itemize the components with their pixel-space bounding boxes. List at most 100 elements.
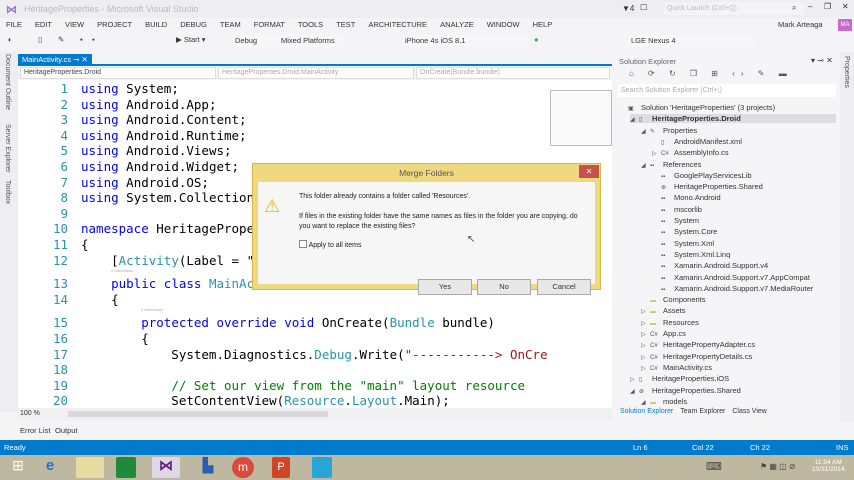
tree-item[interactable]: ▣ Solution 'HeritageProperties' (3 projec… bbox=[619, 103, 775, 112]
tray-icons[interactable]: ⚑ ▦ ◫ ⊘ bbox=[760, 462, 796, 471]
expanded-arrow-icon[interactable]: ◢ bbox=[630, 116, 639, 123]
collapsed-arrow-icon[interactable]: ▷ bbox=[652, 150, 661, 157]
menu-architecture[interactable]: ARCHITECTURE bbox=[368, 18, 427, 32]
save-icon[interactable]: ▪ bbox=[80, 35, 83, 44]
code-line[interactable]: SetContentView(Resource.Layout.Main); bbox=[81, 393, 450, 408]
solution-toolbar[interactable]: ⌂ ⟳ ↻ ❐ ⊞ ‹› ✎ ▬ bbox=[629, 69, 793, 78]
code-line[interactable]: // Set our view from the "main" layout r… bbox=[81, 378, 525, 393]
back-icon[interactable]: ◐ bbox=[8, 35, 13, 44]
platform-dropdown[interactable]: Mixed Platforms bbox=[278, 35, 344, 47]
code-line[interactable]: using System; bbox=[81, 81, 179, 96]
tree-item[interactable]: ◢ ▪▪ References bbox=[641, 160, 701, 169]
yes-button[interactable]: Yes bbox=[418, 279, 472, 295]
class-view-tab[interactable]: Class View bbox=[732, 408, 767, 415]
code-line[interactable]: using Android.OS; bbox=[81, 175, 209, 190]
new-project-icon[interactable]: ▯ bbox=[38, 35, 42, 44]
feedback-icon[interactable]: ☐ bbox=[640, 3, 647, 12]
type-dropdown[interactable]: HeritageProperties.Droid.MainActivity bbox=[218, 67, 414, 79]
error-list-tab[interactable]: Error List bbox=[20, 426, 50, 435]
tree-item[interactable]: ▷ C# MainActivity.cs bbox=[641, 363, 712, 372]
codelens-references[interactable]: 3 references bbox=[141, 307, 163, 312]
solution-search-input[interactable]: Search Solution Explorer (Ctrl+;) bbox=[618, 84, 836, 97]
menu-format[interactable]: FORMAT bbox=[254, 18, 285, 32]
tree-item[interactable]: ▪▪ mscorlib bbox=[652, 205, 702, 214]
code-line[interactable]: System.Diagnostics.Debug.Write("--------… bbox=[81, 347, 547, 362]
no-button[interactable]: No bbox=[477, 279, 531, 295]
tree-item[interactable]: ▪▪ Xamarin.Android.Support.v4 bbox=[652, 261, 768, 270]
tree-item[interactable]: ▪▪ System.Core bbox=[652, 227, 717, 236]
code-line[interactable]: using Android.Views; bbox=[81, 143, 232, 158]
clock[interactable]: 11:54 AM 10/31/2014 bbox=[812, 459, 845, 473]
horizontal-scrollbar[interactable]: 100 % bbox=[18, 408, 612, 420]
apply-all-checkbox[interactable]: Apply to all items bbox=[299, 240, 361, 249]
dialog-close-button[interactable]: ✕ bbox=[579, 165, 599, 178]
code-line[interactable]: using Android.Runtime; bbox=[81, 128, 247, 143]
powerpoint-icon[interactable]: P bbox=[272, 457, 290, 478]
tree-item[interactable]: ▬ Components bbox=[641, 295, 706, 304]
recorder-icon[interactable]: m bbox=[232, 457, 254, 478]
zoom-level[interactable]: 100 % bbox=[20, 410, 40, 417]
server-explorer-tab[interactable]: Server Explorer bbox=[4, 124, 11, 173]
notifications-icon[interactable]: ▼4 bbox=[622, 4, 634, 13]
visual-studio-icon[interactable]: ⋈ bbox=[152, 457, 180, 478]
menu-analyze[interactable]: ANALYZE bbox=[440, 18, 474, 32]
start-icon[interactable]: ⊞ bbox=[4, 457, 32, 478]
user-name[interactable]: Mark Arteaga bbox=[778, 18, 823, 32]
tree-item[interactable]: ▷ C# HeritagePropertyAdapter.cs bbox=[641, 340, 755, 349]
project-app-icon[interactable] bbox=[116, 457, 136, 478]
close-button[interactable]: ✕ bbox=[842, 2, 849, 11]
team-explorer-tab[interactable]: Team Explorer bbox=[680, 408, 725, 415]
open-icon[interactable]: ✎ bbox=[58, 35, 64, 44]
tree-item[interactable]: ▪▪ GooglePlayServicesLib bbox=[652, 171, 752, 180]
expanded-arrow-icon[interactable]: ◢ bbox=[641, 128, 650, 135]
tree-item[interactable]: ▪▪ Xamarin.Android.Support.v7.AppCompat bbox=[652, 273, 810, 282]
codelens-references[interactable]: 2 references bbox=[111, 268, 133, 273]
menu-view[interactable]: VIEW bbox=[65, 18, 84, 32]
expanded-arrow-icon[interactable]: ◢ bbox=[641, 162, 650, 169]
tree-item[interactable]: ▷ ▯ HeritageProperties.iOS bbox=[630, 374, 729, 383]
collapsed-arrow-icon[interactable]: ▷ bbox=[641, 308, 650, 315]
tree-item[interactable]: ◢ ✎ Properties bbox=[641, 126, 697, 135]
code-map-preview[interactable] bbox=[550, 90, 612, 146]
code-line[interactable]: using System.Collection bbox=[81, 190, 254, 205]
tree-item[interactable]: ▪▪ Mono.Android bbox=[652, 193, 721, 202]
expanded-arrow-icon[interactable]: ◢ bbox=[641, 399, 650, 406]
solution-explorer-tab[interactable]: Solution Explorer bbox=[620, 408, 673, 415]
network-tool-icon[interactable]: ▙ bbox=[194, 457, 222, 478]
menu-window[interactable]: WINDOW bbox=[487, 18, 520, 32]
code-line[interactable]: protected override void OnCreate(Bundle … bbox=[81, 315, 495, 330]
save-all-icon[interactable]: ▪ bbox=[92, 35, 95, 44]
restore-button[interactable]: ❐ bbox=[824, 2, 831, 11]
code-line[interactable]: namespace HeritagePrope bbox=[81, 221, 254, 236]
menu-help[interactable]: HELP bbox=[533, 18, 553, 32]
code-line[interactable]: using Android.Content; bbox=[81, 112, 247, 127]
collapsed-arrow-icon[interactable]: ▷ bbox=[630, 376, 639, 383]
toolbox-tab[interactable]: Toolbox bbox=[4, 180, 11, 204]
tree-item[interactable]: ◢ ▬ models bbox=[641, 397, 687, 406]
tree-item[interactable]: ▪▪ Xamarin.Android.Support.v7.MediaRouter bbox=[652, 284, 813, 293]
collapsed-arrow-icon[interactable]: ▷ bbox=[641, 320, 650, 327]
tree-item[interactable]: ▷ C# AssemblyInfo.cs bbox=[652, 148, 729, 157]
menu-project[interactable]: PROJECT bbox=[97, 18, 132, 32]
cancel-button[interactable]: Cancel bbox=[537, 279, 591, 295]
avatar[interactable]: MA bbox=[838, 19, 852, 31]
ios-device-dropdown[interactable]: iPhone 4s iOS 8.1 bbox=[402, 35, 528, 47]
code-line[interactable]: { bbox=[81, 292, 119, 307]
code-line[interactable]: using Android.App; bbox=[81, 97, 216, 112]
tree-item[interactable]: ▪▪ System.Xml.Linq bbox=[652, 250, 730, 259]
pin-icon[interactable]: ⊸ bbox=[73, 55, 79, 64]
project-dropdown[interactable]: HeritageProperties.Droid bbox=[20, 67, 216, 79]
keyboard-icon[interactable]: ⌨ bbox=[706, 460, 722, 473]
start-button[interactable]: ▶ Start ▾ bbox=[176, 35, 206, 44]
menu-edit[interactable]: EDIT bbox=[35, 18, 52, 32]
scrollbar-thumb[interactable] bbox=[68, 411, 328, 417]
store-app-icon[interactable] bbox=[312, 457, 332, 478]
file-explorer-icon[interactable] bbox=[76, 457, 104, 478]
minimize-button[interactable]: – bbox=[808, 2, 812, 11]
collapsed-arrow-icon[interactable]: ▷ bbox=[641, 365, 650, 372]
close-tab-icon[interactable]: ✕ bbox=[82, 55, 88, 64]
collapsed-arrow-icon[interactable]: ▷ bbox=[641, 354, 650, 361]
tree-item[interactable]: ▷ C# App.cs bbox=[641, 329, 686, 338]
code-line[interactable]: { bbox=[81, 331, 149, 346]
tree-item[interactable]: ⊛ HeritageProperties.Shared bbox=[652, 182, 763, 191]
